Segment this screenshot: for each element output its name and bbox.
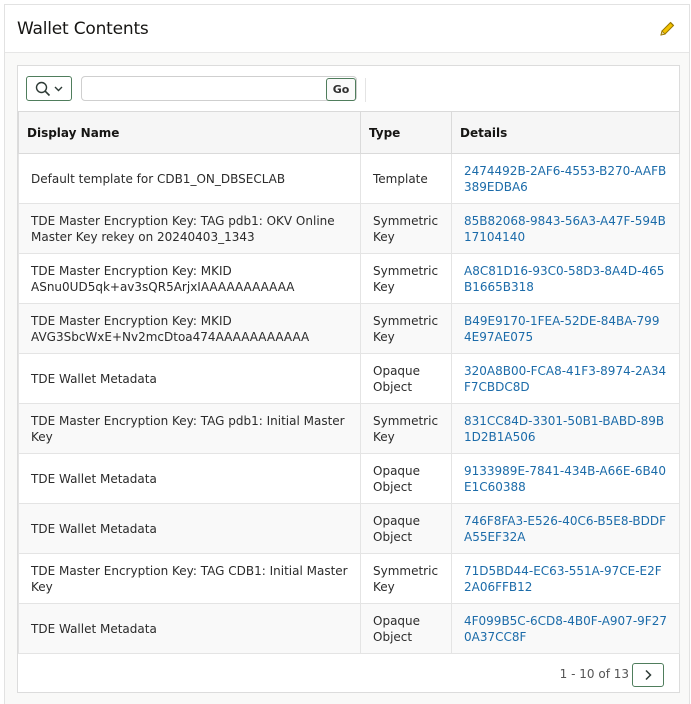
details-link[interactable]: 831CC84D-3301-50B1-BABD-89B1D2B1A506 (464, 414, 664, 444)
search-column-button[interactable] (26, 76, 72, 101)
search-input[interactable] (81, 76, 357, 101)
type-cell: Opaque Object (360, 353, 452, 404)
type-cell: Template (360, 153, 452, 204)
display-name-cell: TDE Wallet Metadata (18, 453, 361, 504)
details-cell: 85B82068-9843-56A3-A47F-594B17104140 (451, 203, 680, 254)
column-header-details[interactable]: Details (451, 111, 680, 154)
type-cell: Symmetric Key (360, 553, 452, 604)
table-header-row: Display Name Type Details (18, 111, 680, 154)
details-link[interactable]: B49E9170-1FEA-52DE-84BA-7994E97AE075 (464, 314, 659, 344)
details-cell: 2474492B-2AF6-4553-B270-AAFB389EDBA6 (451, 153, 680, 204)
next-page-button[interactable] (632, 663, 664, 687)
table-row: TDE Master Encryption Key: MKID ASnu0UD5… (18, 253, 680, 304)
details-cell: 746F8FA3-E526-40C6-B5E8-BDDFA55EF32A (451, 503, 680, 554)
column-header-display-name[interactable]: Display Name (18, 111, 361, 154)
details-cell: 71D5BD44-EC63-551A-97CE-E2F2A06FFB12 (451, 553, 680, 604)
go-button[interactable]: Go (326, 78, 356, 101)
type-cell: Symmetric Key (360, 253, 452, 304)
type-cell: Symmetric Key (360, 403, 452, 454)
details-cell: B49E9170-1FEA-52DE-84BA-7994E97AE075 (451, 303, 680, 354)
details-link[interactable]: A8C81D16-93C0-58D3-8A4D-465B1665B318 (464, 264, 664, 294)
details-link[interactable]: 320A8B00-FCA8-41F3-8974-2A34F7CBDC8D (464, 364, 666, 394)
chevron-right-icon (645, 669, 652, 681)
table-row: TDE Master Encryption Key: TAG pdb1: Ini… (18, 403, 680, 454)
type-cell: Opaque Object (360, 503, 452, 554)
table-row: TDE Wallet Metadata Opaque Object 4F099B… (18, 603, 680, 654)
toolbar-divider (365, 78, 366, 102)
table-row: TDE Master Encryption Key: MKID AVG3SbcW… (18, 303, 680, 354)
details-link[interactable]: 2474492B-2AF6-4553-B270-AAFB389EDBA6 (464, 164, 666, 194)
display-name-cell: TDE Master Encryption Key: TAG pdb1: OKV… (18, 203, 361, 254)
details-cell: 9133989E-7841-434B-A66E-6B40E1C60388 (451, 453, 680, 504)
table-row: TDE Master Encryption Key: TAG pdb1: OKV… (18, 203, 680, 254)
edit-button[interactable] (655, 17, 679, 41)
pagination-footer: 1 - 10 of 13 (18, 656, 679, 692)
table-row: TDE Wallet Metadata Opaque Object 320A8B… (18, 353, 680, 404)
display-name-cell: TDE Master Encryption Key: TAG pdb1: Ini… (18, 403, 361, 454)
type-cell: Opaque Object (360, 453, 452, 504)
pencil-icon (660, 21, 675, 36)
details-link[interactable]: 746F8FA3-E526-40C6-B5E8-BDDFA55EF32A (464, 514, 666, 544)
display-name-cell: TDE Wallet Metadata (18, 353, 361, 404)
pagination-range: 1 - 10 of 13 (559, 667, 629, 681)
display-name-cell: TDE Wallet Metadata (18, 503, 361, 554)
details-cell: 320A8B00-FCA8-41F3-8974-2A34F7CBDC8D (451, 353, 680, 404)
details-cell: 4F099B5C-6CD8-4B0F-A907-9F270A37CC8F (451, 603, 680, 654)
display-name-cell: TDE Wallet Metadata (18, 603, 361, 654)
table-row: TDE Wallet Metadata Opaque Object 746F8F… (18, 503, 680, 554)
region-header: Wallet Contents (5, 5, 689, 53)
table-row: TDE Wallet Metadata Opaque Object 913398… (18, 453, 680, 504)
display-name-cell: Default template for CDB1_ON_DBSECLAB (18, 153, 361, 204)
display-name-cell: TDE Master Encryption Key: MKID AVG3SbcW… (18, 303, 361, 354)
column-header-type[interactable]: Type (360, 111, 452, 154)
display-name-cell: TDE Master Encryption Key: MKID ASnu0UD5… (18, 253, 361, 304)
chevron-down-icon (54, 86, 63, 92)
table-row: Default template for CDB1_ON_DBSECLAB Te… (18, 153, 680, 204)
table-row: TDE Master Encryption Key: TAG CDB1: Ini… (18, 553, 680, 604)
region-title: Wallet Contents (17, 18, 149, 39)
search-icon (35, 81, 51, 96)
details-link[interactable]: 85B82068-9843-56A3-A47F-594B17104140 (464, 214, 666, 244)
details-link[interactable]: 71D5BD44-EC63-551A-97CE-E2F2A06FFB12 (464, 564, 662, 594)
wallet-contents-table: Display Name Type Details Default templa… (18, 111, 680, 654)
type-cell: Symmetric Key (360, 303, 452, 354)
interactive-report: Go Display Name Type Details Default tem… (17, 65, 680, 693)
type-cell: Symmetric Key (360, 203, 452, 254)
details-link[interactable]: 4F099B5C-6CD8-4B0F-A907-9F270A37CC8F (464, 614, 667, 644)
display-name-cell: TDE Master Encryption Key: TAG CDB1: Ini… (18, 553, 361, 604)
report-toolbar: Go (18, 66, 679, 111)
details-cell: 831CC84D-3301-50B1-BABD-89B1D2B1A506 (451, 403, 680, 454)
details-cell: A8C81D16-93C0-58D3-8A4D-465B1665B318 (451, 253, 680, 304)
type-cell: Opaque Object (360, 603, 452, 654)
details-link[interactable]: 9133989E-7841-434B-A66E-6B40E1C60388 (464, 464, 666, 494)
